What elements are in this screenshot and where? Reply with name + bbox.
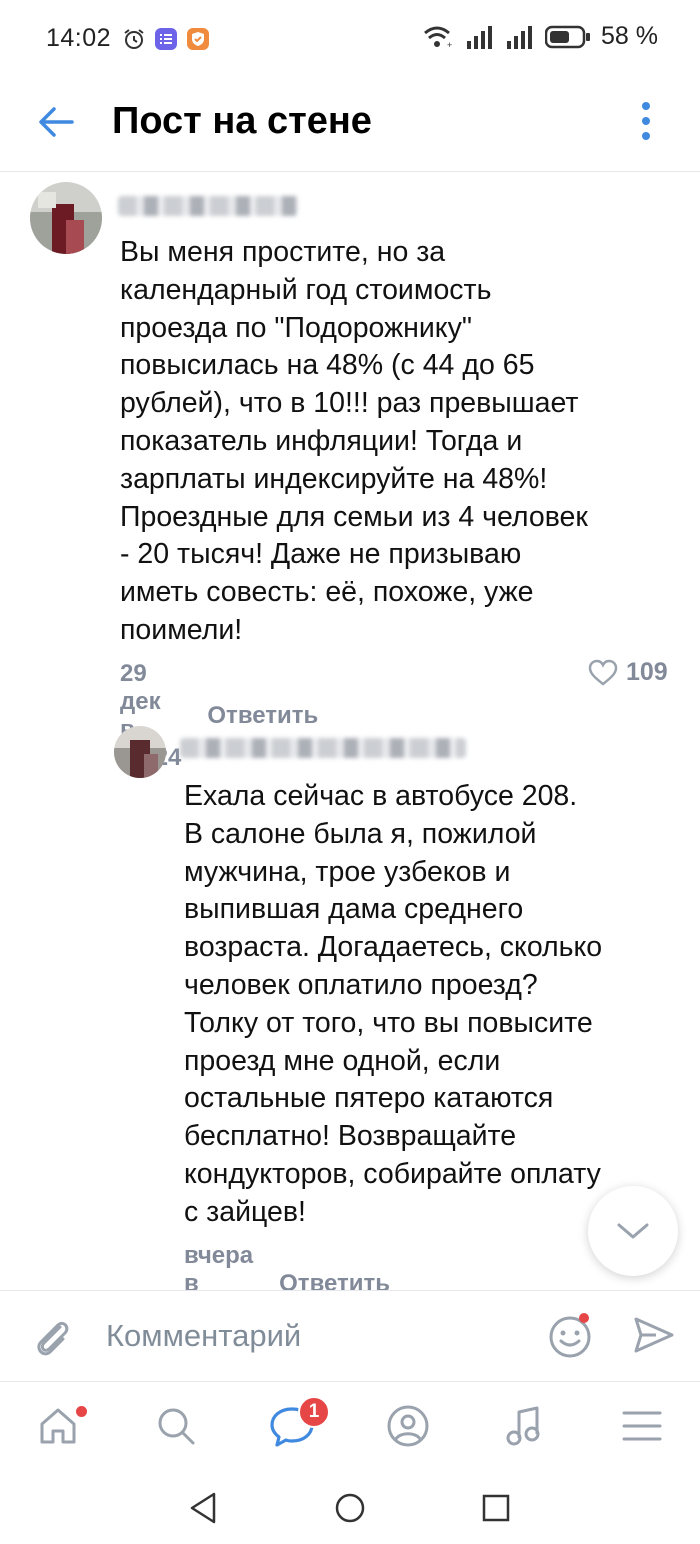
bottom-nav: 1 xyxy=(0,1382,700,1472)
system-nav xyxy=(0,1472,700,1544)
nav-music[interactable] xyxy=(496,1398,552,1454)
battery-icon xyxy=(545,25,591,48)
shield-app-icon xyxy=(187,28,209,50)
status-time: 14:02 xyxy=(46,24,112,52)
nav-search[interactable] xyxy=(148,1398,204,1454)
alarm-icon xyxy=(124,29,144,49)
avatar[interactable] xyxy=(30,182,102,254)
emoji-icon[interactable] xyxy=(546,1311,594,1359)
hamburger-menu-icon xyxy=(622,1411,662,1441)
chevron-down-icon xyxy=(617,1223,649,1239)
status-system-icons: + 58 % xyxy=(423,22,658,51)
heart-icon xyxy=(588,659,618,686)
signal-icon-2 xyxy=(507,25,533,49)
comment-input[interactable] xyxy=(106,1313,526,1359)
messages-badge: 1 xyxy=(298,1396,330,1428)
like-button[interactable]: 109 xyxy=(588,658,668,687)
comment-text: Ехала сейчас в автобусе 208. В салоне бы… xyxy=(184,780,603,1228)
status-notification-icons xyxy=(122,27,210,51)
comment-text: Вы меня простите, но за календарный год … xyxy=(120,236,588,646)
svg-text:+: + xyxy=(447,40,452,50)
app-header: Пост на стене xyxy=(0,80,700,172)
wifi-icon: + xyxy=(424,26,452,50)
page-title: Пост на стене xyxy=(112,100,372,142)
comment-composer xyxy=(0,1290,700,1382)
send-icon[interactable] xyxy=(632,1313,676,1357)
status-bar: 14:02 + 58 % xyxy=(0,0,700,80)
battery-percent: 58 % xyxy=(601,22,658,50)
like-count: 109 xyxy=(626,658,668,686)
scroll-down-button[interactable] xyxy=(588,1186,678,1276)
paperclip-icon[interactable] xyxy=(30,1313,74,1361)
nav-menu[interactable] xyxy=(614,1398,670,1454)
profile-icon xyxy=(387,1405,429,1447)
signal-icon xyxy=(467,25,493,49)
music-icon xyxy=(506,1406,540,1446)
more-vertical-icon[interactable] xyxy=(632,98,660,144)
system-home-icon[interactable] xyxy=(330,1488,370,1528)
system-back-icon[interactable] xyxy=(184,1488,224,1528)
search-icon xyxy=(158,1408,195,1445)
back-arrow-icon[interactable] xyxy=(30,100,82,144)
reply-button[interactable]: Ответить xyxy=(207,702,318,730)
home-notification-dot xyxy=(76,1406,87,1417)
emoji-notification-dot xyxy=(579,1313,589,1323)
home-icon xyxy=(40,1408,76,1444)
system-recents-icon[interactable] xyxy=(476,1488,516,1528)
author-name-blurred[interactable] xyxy=(180,738,466,758)
tasks-app-icon xyxy=(155,28,177,50)
nav-profile[interactable] xyxy=(380,1398,436,1454)
author-name-blurred[interactable] xyxy=(118,196,298,216)
avatar[interactable] xyxy=(114,726,166,778)
